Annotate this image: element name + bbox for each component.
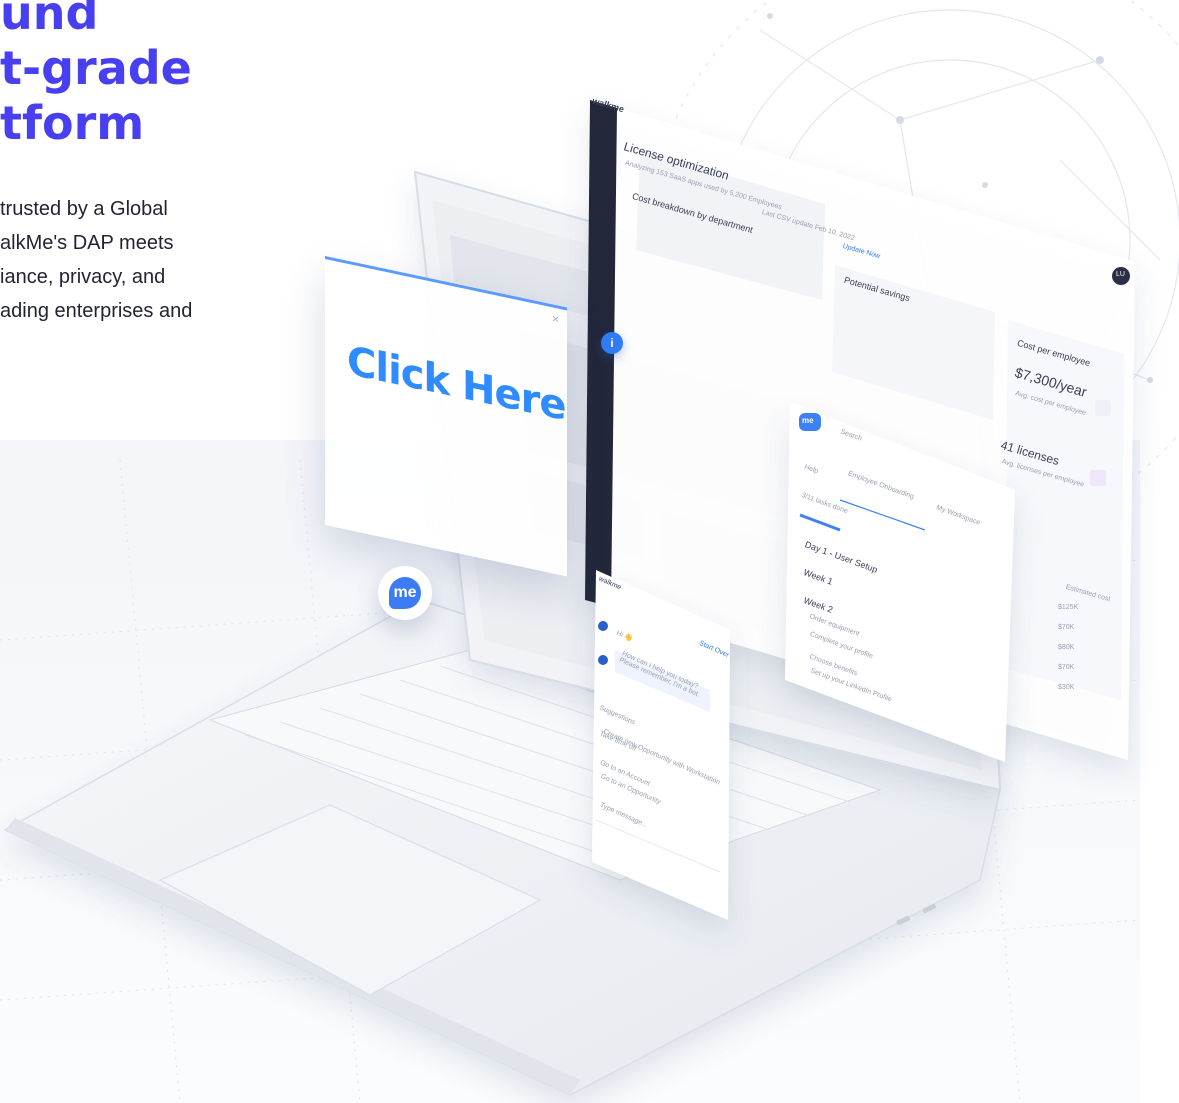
cost-value: $80K	[1058, 644, 1075, 651]
cost-value: $125K	[1058, 604, 1079, 611]
walkme-launcher-button[interactable]: me	[378, 566, 432, 620]
cost-value: $70K	[1058, 624, 1075, 631]
cost-value: $70K	[1058, 664, 1075, 671]
info-icon[interactable]: i	[601, 332, 623, 354]
menu-logo: me	[802, 416, 814, 425]
cost-value: $30K	[1058, 684, 1075, 691]
close-icon[interactable]: ×	[552, 311, 559, 326]
laptop-illustration	[3, 100, 1135, 1096]
avatar[interactable]: LU	[1116, 271, 1125, 278]
click-here-bubble[interactable]: × Click Here	[325, 256, 567, 577]
walkme-logo-icon: me	[389, 577, 421, 609]
click-here-text: Click Here	[347, 337, 566, 431]
